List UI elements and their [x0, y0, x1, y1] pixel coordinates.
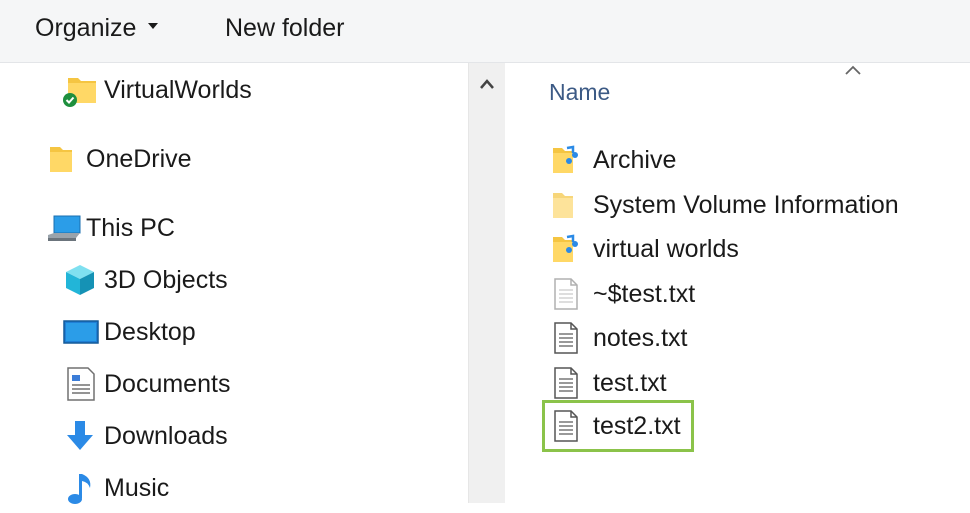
file-name: notes.txt — [593, 323, 688, 352]
file-name: virtual worlds — [593, 234, 739, 263]
new-folder-button[interactable]: New folder — [225, 0, 345, 56]
file-name: test2.txt — [593, 411, 681, 440]
file-row-test-txt[interactable]: test.txt — [549, 363, 667, 403]
nav-item-label: Downloads — [104, 421, 228, 450]
nav-item-downloads[interactable]: Downloads — [62, 414, 228, 458]
file-row-system-volume-information[interactable]: System Volume Information — [549, 185, 899, 225]
folder-synced-icon — [62, 72, 102, 108]
chevron-down-icon — [148, 23, 159, 30]
name-column-header[interactable]: Name — [549, 79, 610, 106]
nav-item-virtualworlds[interactable]: VirtualWorlds — [62, 68, 252, 112]
folder-shortcut-icon — [549, 143, 585, 177]
nav-item-desktop[interactable]: Desktop — [62, 310, 196, 354]
file-row-virtual-worlds[interactable]: virtual worlds — [549, 229, 739, 269]
download-arrow-icon — [62, 418, 102, 454]
file-name: Archive — [593, 145, 677, 174]
nav-item-this-pc[interactable]: This PC — [44, 206, 175, 250]
text-file-icon — [549, 321, 585, 355]
computer-icon — [44, 210, 84, 246]
nav-item-label: OneDrive — [86, 144, 192, 173]
scroll-up-arrow-icon[interactable] — [479, 77, 495, 93]
nav-item-onedrive[interactable]: OneDrive — [44, 137, 192, 181]
sort-ascending-icon[interactable] — [844, 63, 862, 75]
organize-button[interactable]: Organize — [35, 0, 159, 56]
music-note-icon — [62, 470, 102, 506]
organize-label: Organize — [35, 14, 137, 42]
file-name: ~$test.txt — [593, 279, 696, 308]
onedrive-folder-icon — [44, 141, 84, 177]
nav-item-3d-objects[interactable]: 3D Objects — [62, 258, 228, 302]
nav-item-label: This PC — [86, 213, 175, 242]
desktop-icon — [62, 314, 102, 350]
file-row-test2-txt[interactable]: test2.txt — [542, 400, 694, 452]
file-row-tilde-test-txt[interactable]: ~$test.txt — [549, 274, 695, 314]
file-list-pane: Name Archive System Volume Information v… — [505, 63, 970, 503]
nav-item-label: Music — [104, 473, 170, 502]
nav-item-label: VirtualWorlds — [104, 75, 252, 104]
file-name: test.txt — [593, 368, 667, 397]
nav-item-label: Documents — [104, 369, 231, 398]
navigation-pane: VirtualWorlds OneDrive This PC 3D Object… — [0, 63, 468, 504]
file-name: System Volume Information — [593, 190, 899, 219]
folder-icon — [549, 188, 585, 222]
folder-shortcut-icon — [549, 232, 585, 266]
command-bar: Organize New folder — [0, 0, 970, 63]
nav-item-documents[interactable]: Documents — [62, 362, 230, 406]
nav-scrollbar[interactable] — [468, 63, 506, 503]
file-row-notes-txt[interactable]: notes.txt — [549, 318, 688, 358]
nav-item-music[interactable]: Music — [62, 466, 169, 510]
nav-item-label: 3D Objects — [104, 265, 228, 294]
documents-icon — [62, 366, 102, 402]
cube-3d-icon — [62, 262, 102, 298]
text-file-icon — [549, 409, 585, 443]
file-row-archive[interactable]: Archive — [549, 140, 676, 180]
nav-item-label: Desktop — [104, 317, 196, 346]
text-file-icon — [549, 277, 585, 311]
text-file-icon — [549, 366, 585, 400]
